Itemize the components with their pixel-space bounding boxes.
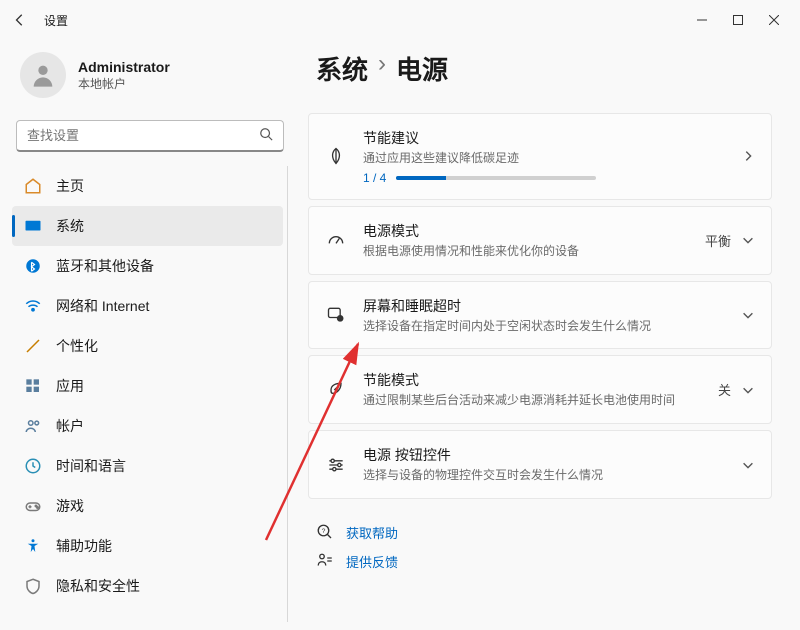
card-title: 电源 按钮控件 (363, 445, 725, 465)
svg-text:?: ? (322, 528, 326, 535)
wifi-icon (24, 297, 42, 315)
progress-bar (396, 176, 596, 180)
minimize-button[interactable] (684, 5, 720, 35)
sidebar-item-bluetooth[interactable]: 蓝牙和其他设备 (12, 246, 283, 286)
feedback-link[interactable]: 提供反馈 (316, 552, 772, 571)
avatar (20, 52, 66, 98)
breadcrumb-current: 电源 (396, 50, 448, 87)
breadcrumb: 系统 › 电源 (308, 50, 772, 87)
leaf-heart-icon (325, 379, 347, 401)
gaming-icon (24, 497, 42, 515)
feedback-icon (316, 552, 334, 570)
titlebar: 设置 (0, 0, 800, 40)
screen-sleep-icon (325, 304, 347, 326)
sidebar-item-gaming[interactable]: 游戏 (12, 486, 283, 526)
help-label: 获取帮助 (346, 523, 398, 542)
card-power-mode[interactable]: 电源模式 根据电源使用情况和性能来优化你的设备 平衡 (308, 206, 772, 275)
card-title: 屏幕和睡眠超时 (363, 296, 725, 316)
help-icon: ? (316, 523, 334, 541)
leaf-icon (325, 145, 347, 167)
breadcrumb-parent[interactable]: 系统 (316, 50, 368, 87)
progress-fill (396, 176, 446, 180)
nav: 主页 系统 蓝牙和其他设备 网络和 Internet 个性化 应用 (12, 166, 288, 622)
breadcrumb-sep: › (378, 50, 386, 87)
search-icon (259, 127, 273, 144)
chevron-down-icon (741, 383, 755, 397)
sidebar-item-network[interactable]: 网络和 Internet (12, 286, 283, 326)
sidebar-item-privacy[interactable]: 隐私和安全性 (12, 566, 283, 606)
sidebar-item-home[interactable]: 主页 (12, 166, 283, 206)
card-battery-saver[interactable]: 节能模式 通过限制某些后台活动来减少电源消耗并延长电池使用时间 关 (308, 355, 772, 424)
search-box[interactable] (16, 120, 284, 152)
maximize-button[interactable] (720, 5, 756, 35)
clock-icon (24, 457, 42, 475)
app-title: 设置 (44, 12, 68, 29)
apps-icon (24, 377, 42, 395)
brush-icon (24, 337, 42, 355)
accessibility-icon (24, 537, 42, 555)
close-button[interactable] (756, 5, 792, 35)
card-title: 节能建议 (363, 128, 725, 148)
card-screen-sleep[interactable]: 屏幕和睡眠超时 选择设备在指定时间内处于空闲状态时会发生什么情况 (308, 281, 772, 350)
power-mode-value: 平衡 (705, 231, 731, 250)
controls-icon (325, 454, 347, 476)
card-title: 电源模式 (363, 221, 689, 241)
card-title: 节能模式 (363, 370, 702, 390)
sidebar-item-time[interactable]: 时间和语言 (12, 446, 283, 486)
card-button-controls[interactable]: 电源 按钮控件 选择与设备的物理控件交互时会发生什么情况 (308, 430, 772, 499)
sidebar-item-personalization[interactable]: 个性化 (12, 326, 283, 366)
sidebar: Administrator 本地帐户 主页 系统 蓝牙和其他设备 (0, 40, 300, 630)
main-content: 系统 › 电源 节能建议 通过应用这些建议降低碳足迹 1 / 4 (300, 40, 800, 630)
accounts-icon (24, 417, 42, 435)
system-icon (24, 217, 42, 235)
user-name: Administrator (78, 59, 170, 75)
battery-saver-value: 关 (718, 380, 731, 399)
chevron-down-icon (741, 233, 755, 247)
user-section[interactable]: Administrator 本地帐户 (12, 44, 288, 114)
user-type: 本地帐户 (78, 75, 170, 92)
card-sub: 通过限制某些后台活动来减少电源消耗并延长电池使用时间 (363, 392, 702, 409)
sidebar-item-accessibility[interactable]: 辅助功能 (12, 526, 283, 566)
sidebar-item-accounts[interactable]: 帐户 (12, 406, 283, 446)
feedback-label: 提供反馈 (346, 552, 398, 571)
help-link[interactable]: ? 获取帮助 (316, 523, 772, 542)
sidebar-item-system[interactable]: 系统 (12, 206, 283, 246)
card-sub: 通过应用这些建议降低碳足迹 (363, 150, 725, 167)
home-icon (24, 177, 42, 195)
progress-label: 1 / 4 (363, 171, 386, 185)
bluetooth-icon (24, 257, 42, 275)
chevron-down-icon (741, 458, 755, 472)
card-energy-recommendations[interactable]: 节能建议 通过应用这些建议降低碳足迹 1 / 4 (308, 113, 772, 200)
back-button[interactable] (8, 8, 32, 32)
card-sub: 根据电源使用情况和性能来优化你的设备 (363, 243, 689, 260)
chevron-right-icon (741, 149, 755, 163)
chevron-down-icon (741, 308, 755, 322)
card-sub: 选择与设备的物理控件交互时会发生什么情况 (363, 467, 725, 484)
gauge-icon (325, 229, 347, 251)
sidebar-item-apps[interactable]: 应用 (12, 366, 283, 406)
shield-icon (24, 577, 42, 595)
card-sub: 选择设备在指定时间内处于空闲状态时会发生什么情况 (363, 318, 725, 335)
search-input[interactable] (27, 128, 259, 143)
